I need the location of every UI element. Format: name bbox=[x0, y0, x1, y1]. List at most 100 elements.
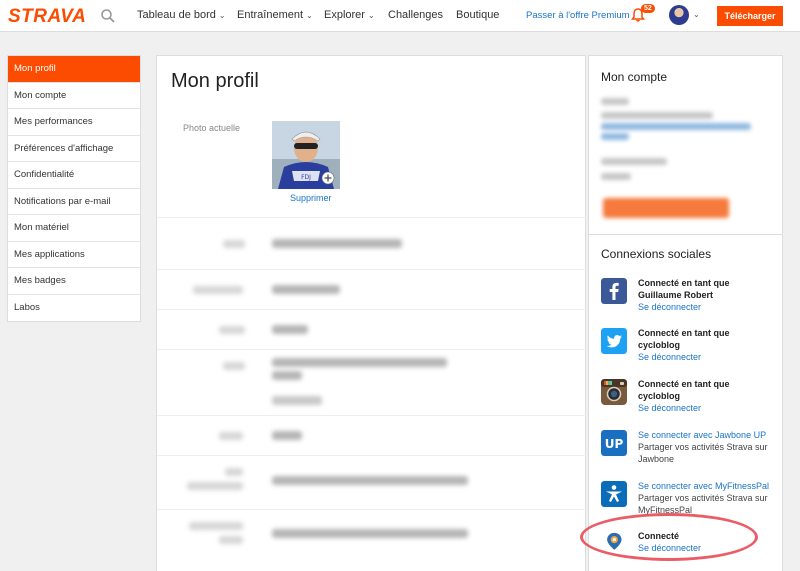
social-status: Connecté en tant que bbox=[638, 278, 730, 288]
redacted-label bbox=[223, 240, 245, 248]
sidebar-item-notifications-email[interactable]: Notifications par e-mail bbox=[8, 189, 140, 215]
social-text: Se connecter avec Jawbone UP Partager vo… bbox=[638, 429, 776, 465]
nav-boutique[interactable]: Boutique bbox=[456, 9, 499, 21]
sidebar-item-mon-profil[interactable]: Mon profil bbox=[8, 56, 140, 83]
redacted-value[interactable] bbox=[272, 431, 302, 440]
redacted-label bbox=[219, 432, 243, 440]
form-row-redacted bbox=[157, 415, 587, 455]
top-navigation: STRAVA Tableau de bord ⌄ Entraînement ⌄ Ex… bbox=[0, 0, 800, 32]
social-text: Connecté en tant que Guillaume Robert Se… bbox=[638, 277, 776, 313]
jawbone-up-icon: UP bbox=[601, 430, 627, 456]
svg-text:FDJ: FDJ bbox=[301, 174, 311, 181]
svg-text:UP: UP bbox=[605, 437, 624, 451]
redacted-link[interactable] bbox=[601, 123, 751, 130]
redacted-label bbox=[189, 522, 243, 530]
sidebar-item-mes-performances[interactable]: Mes performances bbox=[8, 109, 140, 136]
redacted-text bbox=[601, 112, 713, 119]
disconnect-link[interactable]: Se déconnecter bbox=[638, 542, 776, 554]
redacted-value[interactable] bbox=[272, 529, 468, 538]
nav-tableau-de-bord[interactable]: Tableau de bord ⌄ bbox=[137, 9, 226, 21]
form-row-redacted bbox=[157, 309, 587, 349]
social-account-name: cycloblog bbox=[638, 340, 681, 350]
social-description: Partager vos activités Strava sur MyFitn… bbox=[638, 493, 768, 515]
nav-challenges[interactable]: Challenges bbox=[388, 9, 443, 21]
form-row-redacted bbox=[157, 455, 587, 509]
instagram-icon bbox=[601, 379, 627, 405]
strava-logo[interactable]: STRAVA bbox=[8, 6, 86, 28]
redacted-label bbox=[223, 362, 245, 370]
redacted-text bbox=[601, 173, 631, 180]
redacted-label bbox=[219, 326, 245, 334]
myfitnesspal-icon bbox=[601, 481, 627, 507]
notification-count-badge: 52 bbox=[641, 4, 655, 13]
social-status: Connecté bbox=[638, 531, 680, 541]
user-avatar[interactable] bbox=[669, 5, 689, 25]
connect-link[interactable]: Se connecter avec Jawbone UP bbox=[638, 429, 776, 441]
social-status: Connecté en tant que bbox=[638, 379, 730, 389]
remove-photo-link[interactable]: Supprimer bbox=[290, 193, 332, 203]
chevron-down-icon: ⌄ bbox=[367, 11, 375, 20]
sidebar-item-labos[interactable]: Labos bbox=[8, 295, 140, 322]
facebook-icon bbox=[601, 278, 627, 304]
redacted-value[interactable] bbox=[272, 285, 340, 294]
social-text: Se connecter avec MyFitnessPal Partager … bbox=[638, 480, 776, 516]
location-pin-icon bbox=[607, 532, 622, 550]
social-account-name: Guillaume Robert bbox=[638, 290, 714, 300]
redacted-value[interactable] bbox=[272, 476, 468, 485]
redacted-value[interactable] bbox=[272, 396, 322, 405]
profile-panel: Mon profil Photo actuelle FDJ Supprimer bbox=[156, 55, 587, 571]
social-connections-title: Connexions sociales bbox=[601, 247, 712, 261]
connect-link[interactable]: Se connecter avec MyFitnessPal bbox=[638, 480, 776, 492]
form-row-redacted bbox=[157, 349, 587, 415]
redacted-value[interactable] bbox=[272, 358, 447, 367]
redacted-value[interactable] bbox=[272, 371, 302, 380]
page-title: Mon profil bbox=[171, 70, 259, 92]
nav-label: Entraînement bbox=[237, 9, 304, 21]
social-status: Connecté en tant que bbox=[638, 328, 730, 338]
sidebar-item-mon-compte[interactable]: Mon compte bbox=[8, 83, 140, 109]
redacted-upgrade-button[interactable] bbox=[603, 198, 729, 218]
redacted-value[interactable] bbox=[272, 325, 308, 334]
social-description: Partager vos activités Strava sur Jawbon… bbox=[638, 442, 768, 464]
twitter-icon bbox=[601, 328, 627, 354]
disconnect-link[interactable]: Se déconnecter bbox=[638, 402, 776, 414]
redacted-label bbox=[219, 536, 243, 544]
redacted-label bbox=[193, 286, 243, 294]
account-title: Mon compte bbox=[601, 70, 668, 84]
chevron-down-icon: ⌄ bbox=[218, 11, 226, 20]
social-text: Connecté Se déconnecter bbox=[638, 530, 776, 554]
disconnect-link[interactable]: Se déconnecter bbox=[638, 301, 776, 313]
right-column: Mon compte Connexions sociales Connecté … bbox=[588, 55, 783, 571]
social-text: Connecté en tant que cycloblog Se déconn… bbox=[638, 378, 776, 414]
profile-photo: FDJ bbox=[272, 121, 340, 189]
nav-label: Tableau de bord bbox=[137, 9, 216, 21]
search-icon[interactable] bbox=[100, 8, 116, 24]
nav-label: Explorer bbox=[324, 9, 365, 21]
sidebar-item-mes-applications[interactable]: Mes applications bbox=[8, 242, 140, 268]
redacted-link[interactable] bbox=[601, 133, 629, 140]
form-row-redacted bbox=[157, 217, 587, 269]
sidebar-item-mes-badges[interactable]: Mes badges bbox=[8, 268, 140, 295]
settings-menu: Mon profil Mon compte Mes performances P… bbox=[7, 55, 141, 322]
redacted-text bbox=[601, 98, 629, 105]
nav-entrainement[interactable]: Entraînement ⌄ bbox=[237, 9, 313, 21]
redacted-label bbox=[225, 468, 243, 476]
sidebar-item-preferences-affichage[interactable]: Préférences d'affichage bbox=[8, 136, 140, 162]
premium-upgrade-link[interactable]: Passer à l'offre Premium bbox=[526, 10, 630, 21]
social-text: Connecté en tant que cycloblog Se déconn… bbox=[638, 327, 776, 363]
sidebar-item-confidentialite[interactable]: Confidentialité bbox=[8, 162, 140, 189]
photo-label: Photo actuelle bbox=[183, 123, 241, 133]
form-row-redacted bbox=[157, 509, 587, 571]
redacted-label bbox=[187, 482, 243, 490]
form-row-redacted bbox=[157, 269, 587, 309]
divider bbox=[589, 234, 782, 235]
disconnect-link[interactable]: Se déconnecter bbox=[638, 351, 776, 363]
chevron-down-icon[interactable]: ⌄ bbox=[693, 10, 700, 19]
nav-explorer[interactable]: Explorer ⌄ bbox=[324, 9, 375, 21]
redacted-value[interactable] bbox=[272, 239, 402, 248]
profile-photo-image: FDJ bbox=[272, 121, 340, 189]
sidebar-item-mon-materiel[interactable]: Mon matériel bbox=[8, 215, 140, 242]
chevron-down-icon: ⌄ bbox=[306, 11, 313, 20]
download-button[interactable]: Télécharger bbox=[717, 6, 783, 26]
social-account-name: cycloblog bbox=[638, 391, 681, 401]
